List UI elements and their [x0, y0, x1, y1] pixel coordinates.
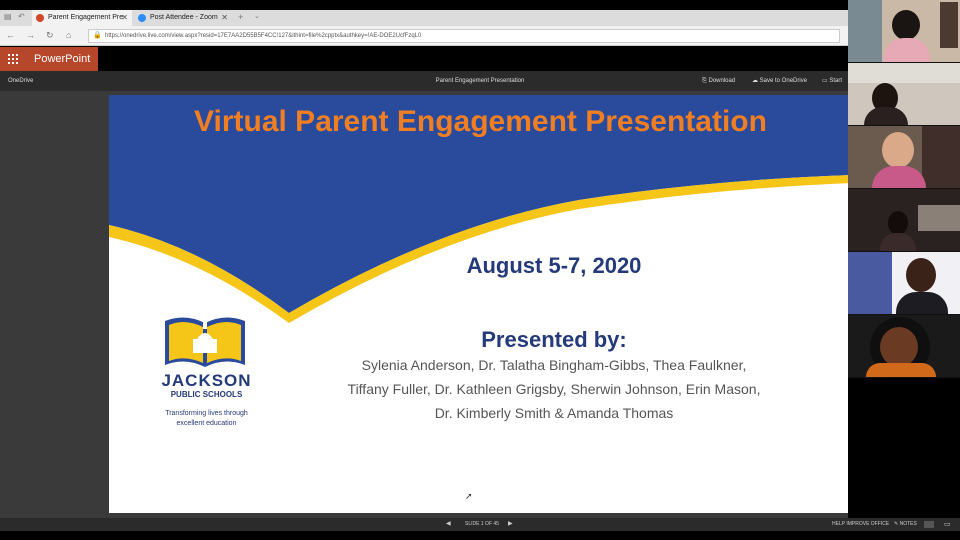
presented-by-heading: Presented by:	[481, 327, 627, 352]
notes-icon: ✎	[894, 521, 899, 527]
bottom-strip	[0, 531, 960, 540]
tagline-line: Transforming lives through	[165, 410, 248, 417]
mouse-cursor-icon: ➚	[465, 491, 473, 501]
url-text: https://onedrive.live.com/view.aspx?resi…	[105, 33, 422, 39]
new-tab-icon[interactable]: +	[238, 12, 243, 22]
slideshow-icon: ▭	[822, 78, 828, 84]
participant-video[interactable]	[848, 189, 960, 251]
chevron-down-icon[interactable]: ⌄	[254, 12, 260, 20]
participant-video[interactable]	[848, 252, 960, 314]
zoom-panel-empty	[848, 378, 960, 518]
slide-counter: SLIDE 1 OF 45	[465, 521, 499, 527]
participant-video[interactable]	[848, 63, 960, 125]
tab-actions-icon[interactable]: ▤	[4, 12, 12, 21]
presenter-names-line: Dr. Kimberly Smith & Amanda Thomas	[434, 405, 674, 421]
logo-name: JACKSON	[161, 371, 252, 390]
viewer-toolbar: OneDrive Parent Engagement Presentation …	[0, 71, 848, 91]
powerpoint-icon	[36, 14, 44, 22]
slide-background	[109, 95, 852, 323]
lock-icon: 🔒	[93, 32, 102, 39]
participant-video[interactable]	[848, 315, 960, 377]
start-label: Start	[829, 78, 843, 84]
tab-label: Post Attendee - Zoom	[150, 14, 218, 21]
previous-slide-button[interactable]: ◀	[446, 518, 451, 531]
close-icon[interactable]: ✕	[121, 10, 128, 26]
logo-tagline: Transforming lives through excellent edu…	[119, 409, 294, 429]
document-title: Parent Engagement Presentation	[435, 78, 525, 84]
browser-tab-bar: ▤ ↶ Parent Engagement Pre ✕ Post Attende…	[0, 10, 848, 26]
tab-back-icon[interactable]: ↶	[18, 12, 25, 21]
next-slide-button[interactable]: ▶	[508, 518, 513, 531]
reading-view-icon[interactable]: ▭	[944, 518, 951, 531]
notes-button[interactable]: ✎ NOTES	[894, 518, 917, 531]
status-bar: ◀ SLIDE 1 OF 45 ▶ HELP IMPROVE OFFICE ✎ …	[0, 518, 960, 531]
save-label: Save to OneDrive	[759, 78, 808, 84]
participant-video[interactable]	[848, 0, 960, 62]
app-launcher-button[interactable]	[0, 47, 26, 71]
tab-zoom[interactable]: Post Attendee - Zoom ✕	[134, 10, 232, 26]
zoom-video-panel	[848, 0, 960, 378]
normal-view-button[interactable]	[924, 521, 934, 528]
school-logo-icon	[165, 317, 245, 367]
top-strip	[0, 0, 848, 10]
url-input[interactable]: 🔒 https://onedrive.live.com/view.aspx?re…	[88, 29, 840, 43]
address-bar: ← → ↻ ⌂ 🔒 https://onedrive.live.com/view…	[0, 26, 848, 46]
refresh-icon[interactable]: ↻	[46, 30, 54, 41]
tab-parent-engagement[interactable]: Parent Engagement Pre ✕	[32, 10, 132, 26]
powerpoint-header: PowerPoint	[0, 47, 848, 71]
presenter-names-line: Sylenia Anderson, Dr. Talatha Bingham-Gi…	[361, 357, 747, 373]
save-to-onedrive-button[interactable]: ☁ Save to OneDrive	[752, 71, 807, 91]
notes-label: NOTES	[899, 521, 917, 527]
download-label: Download	[708, 78, 736, 84]
zoom-icon	[138, 14, 146, 22]
cloud-icon: ☁	[752, 78, 758, 84]
app-name[interactable]: PowerPoint	[26, 47, 98, 71]
download-icon: ⎘	[702, 78, 707, 84]
close-icon[interactable]: ✕	[221, 10, 228, 26]
tab-label: Parent Engagement Pre	[48, 14, 124, 21]
forward-icon[interactable]: →	[26, 30, 35, 40]
slide[interactable]: Virtual Parent Engagement Presentation A…	[109, 95, 852, 513]
back-icon[interactable]: ←	[6, 30, 15, 40]
start-slideshow-button[interactable]: ▭ Start	[822, 71, 842, 91]
help-improve-link[interactable]: HELP IMPROVE OFFICE	[832, 518, 889, 531]
waffle-icon	[8, 54, 18, 64]
presenter-names-line: Tiffany Fuller, Dr. Kathleen Grigsby, Sh…	[347, 381, 761, 397]
breadcrumb[interactable]: OneDrive	[8, 71, 33, 91]
home-icon[interactable]: ⌂	[66, 30, 71, 40]
slide-title: Virtual Parent Engagement Presentation	[194, 105, 767, 138]
event-dates: August 5-7, 2020	[466, 253, 642, 278]
participant-video[interactable]	[848, 126, 960, 188]
download-button[interactable]: ⎘ Download	[702, 71, 735, 91]
tagline-line: excellent education	[176, 420, 237, 427]
logo-subtitle: PUBLIC SCHOOLS	[170, 390, 243, 399]
